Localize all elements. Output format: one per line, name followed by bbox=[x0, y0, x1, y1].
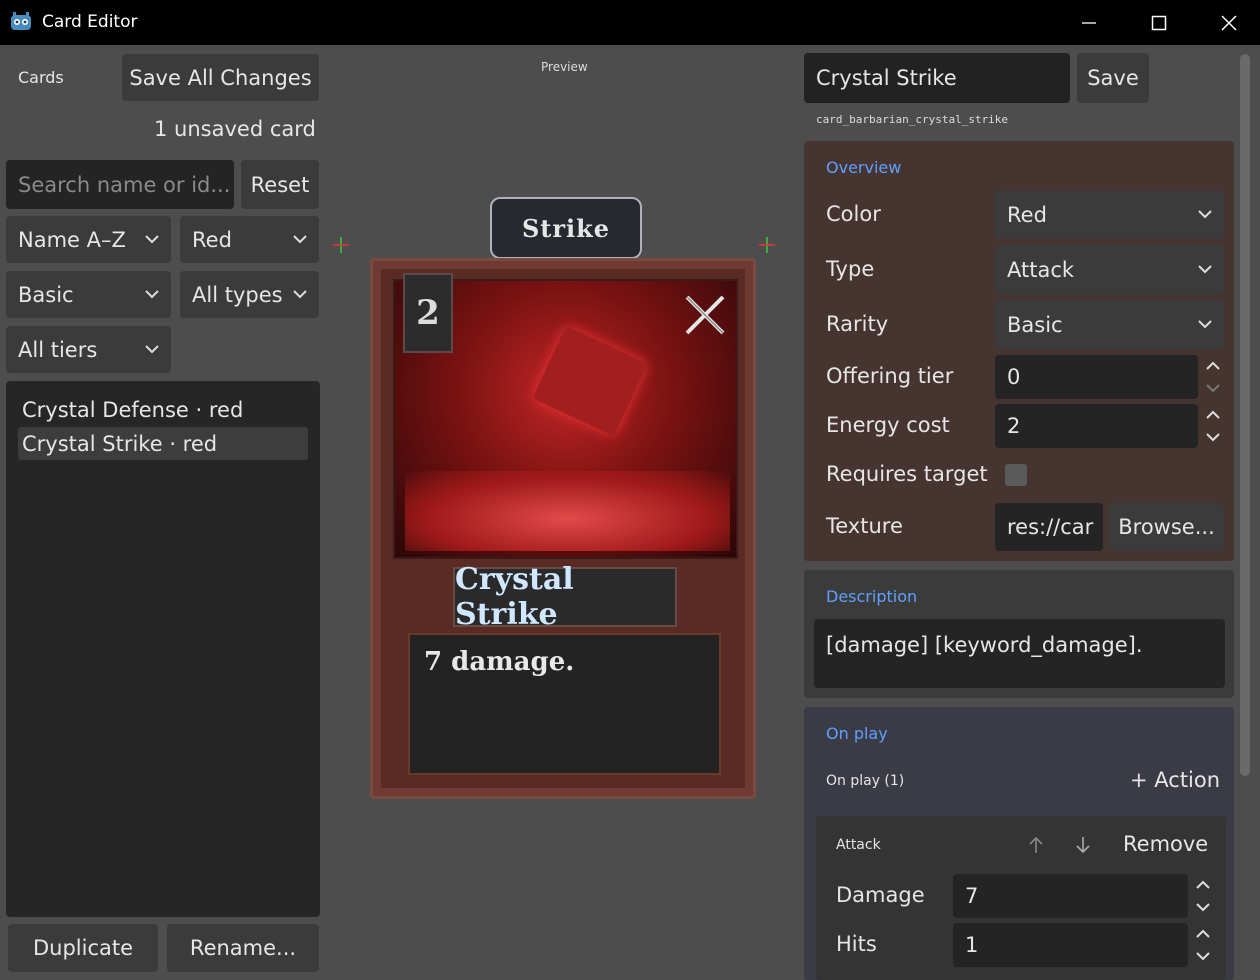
offering-tier-stepper[interactable] bbox=[1205, 357, 1221, 397]
type-label: Type bbox=[826, 257, 875, 281]
reset-button[interactable]: Reset bbox=[241, 160, 319, 209]
minimize-icon bbox=[1082, 21, 1096, 24]
crystal-cube-art bbox=[532, 325, 648, 437]
maximize-button[interactable] bbox=[1124, 0, 1194, 45]
on-play-count: On play (1) bbox=[826, 773, 905, 789]
color-dropdown[interactable]: Red bbox=[995, 190, 1224, 239]
card-id: card_barbarian_crystal_strike bbox=[816, 113, 1009, 126]
color-value: Red bbox=[1007, 202, 1047, 227]
chevron-down-icon bbox=[145, 289, 159, 298]
type-dropdown[interactable]: Attack bbox=[995, 245, 1224, 294]
on-play-title: On play bbox=[826, 724, 888, 743]
maximize-icon bbox=[1151, 15, 1167, 30]
color-filter-value: Red bbox=[192, 227, 232, 252]
card-title-tag: Strike bbox=[490, 197, 642, 259]
requires-target-checkbox[interactable] bbox=[1005, 464, 1027, 486]
description-input[interactable]: [damage] [keyword_damage]. bbox=[814, 619, 1225, 688]
tier-filter-value: All tiers bbox=[18, 337, 98, 362]
remove-action-button[interactable]: Remove bbox=[1123, 832, 1208, 856]
browse-button[interactable]: Browse... bbox=[1109, 503, 1224, 551]
color-filter-dropdown[interactable]: Red bbox=[180, 216, 319, 263]
godot-app-icon bbox=[11, 12, 31, 30]
save-button[interactable]: Save bbox=[1077, 53, 1149, 103]
tier-filter-dropdown[interactable]: All tiers bbox=[6, 326, 171, 373]
duplicate-button[interactable]: Duplicate bbox=[8, 924, 158, 972]
chevron-down-icon bbox=[145, 234, 159, 243]
chevron-down-icon bbox=[145, 344, 159, 353]
overview-title: Overview bbox=[826, 158, 902, 177]
card-list: Crystal Defense · red Crystal Strike · r… bbox=[6, 381, 320, 917]
card-description: 7 damage. bbox=[408, 633, 721, 775]
chevron-down-icon bbox=[293, 289, 307, 298]
title-bar: Card Editor bbox=[0, 0, 1260, 45]
chevron-down-icon bbox=[1198, 209, 1212, 218]
rarity-dropdown[interactable]: Basic bbox=[995, 300, 1224, 349]
type-value: Attack bbox=[1007, 257, 1075, 282]
chevron-down-icon bbox=[1198, 264, 1212, 273]
rarity-filter-dropdown[interactable]: Basic bbox=[6, 271, 171, 318]
offering-tier-input[interactable]: 0 bbox=[995, 355, 1198, 399]
rename-button[interactable]: Rename... bbox=[167, 924, 319, 972]
close-button[interactable] bbox=[1194, 0, 1260, 45]
crosshair-marker-right bbox=[759, 237, 775, 253]
crossed-swords-icon bbox=[685, 295, 725, 335]
move-up-icon[interactable] bbox=[1027, 835, 1045, 855]
list-item[interactable]: Crystal Strike · red bbox=[18, 427, 308, 460]
save-all-changes-button[interactable]: Save All Changes bbox=[122, 54, 319, 101]
energy-cost-input[interactable]: 2 bbox=[995, 404, 1198, 448]
description-title: Description bbox=[826, 587, 918, 606]
rarity-value: Basic bbox=[1007, 312, 1063, 337]
card-preview: 2 Crystal Strike 7 damage. bbox=[370, 258, 756, 799]
sort-value: Name A–Z bbox=[18, 227, 126, 252]
list-item[interactable]: Crystal Defense · red bbox=[18, 393, 308, 426]
window-title: Card Editor bbox=[42, 12, 138, 32]
type-filter-value: All types bbox=[192, 282, 283, 307]
add-action-button[interactable]: + Action bbox=[1130, 768, 1220, 792]
action-name: Attack bbox=[836, 837, 881, 853]
chevron-down-icon bbox=[293, 234, 307, 243]
unsaved-status: 1 unsaved card bbox=[154, 117, 316, 141]
preview-label: Preview bbox=[541, 60, 588, 74]
type-filter-dropdown[interactable]: All types bbox=[180, 271, 319, 318]
color-label: Color bbox=[826, 202, 881, 226]
rarity-filter-value: Basic bbox=[18, 282, 74, 307]
energy-cost-label: Energy cost bbox=[826, 413, 950, 437]
right-panel-scrollbar[interactable] bbox=[1240, 54, 1250, 776]
damage-input[interactable]: 7 bbox=[953, 874, 1188, 918]
chevron-down-icon bbox=[1198, 319, 1212, 328]
minimize-button[interactable] bbox=[1054, 0, 1124, 45]
cards-label: Cards bbox=[18, 68, 64, 87]
card-cost: 2 bbox=[403, 273, 453, 353]
damage-stepper[interactable] bbox=[1195, 876, 1211, 916]
move-down-icon[interactable] bbox=[1074, 835, 1092, 855]
texture-path-input[interactable]: res://car bbox=[995, 503, 1103, 551]
requires-target-label: Requires target bbox=[826, 462, 988, 486]
card-name-input[interactable]: Crystal Strike bbox=[804, 53, 1070, 103]
card-name: Crystal Strike bbox=[453, 562, 677, 632]
crosshair-marker-left bbox=[333, 237, 349, 253]
rarity-label: Rarity bbox=[826, 312, 889, 336]
hits-label: Hits bbox=[836, 932, 877, 956]
search-input[interactable]: Search name or id... bbox=[6, 160, 234, 209]
texture-label: Texture bbox=[826, 514, 903, 538]
hits-stepper[interactable] bbox=[1195, 925, 1211, 965]
damage-label: Damage bbox=[836, 883, 925, 907]
energy-cost-stepper[interactable] bbox=[1205, 406, 1221, 446]
offering-tier-label: Offering tier bbox=[826, 364, 954, 388]
sort-dropdown[interactable]: Name A–Z bbox=[6, 216, 171, 263]
hits-input[interactable]: 1 bbox=[953, 923, 1188, 967]
card-art-glow bbox=[405, 471, 730, 551]
close-icon bbox=[1221, 14, 1237, 31]
